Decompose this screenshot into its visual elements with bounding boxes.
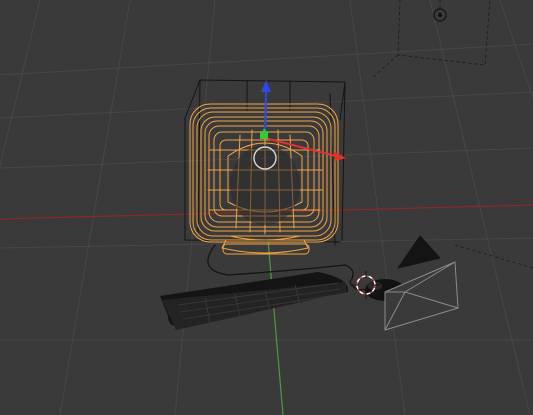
- gizmo-y-handle[interactable]: [260, 131, 268, 139]
- monitor-screen: [230, 145, 300, 225]
- 3d-viewport[interactable]: [0, 0, 533, 415]
- gizmo-z-arrow[interactable]: [261, 80, 271, 92]
- y-axis-line: [267, 239, 284, 415]
- lamp-object[interactable]: [371, 0, 533, 269]
